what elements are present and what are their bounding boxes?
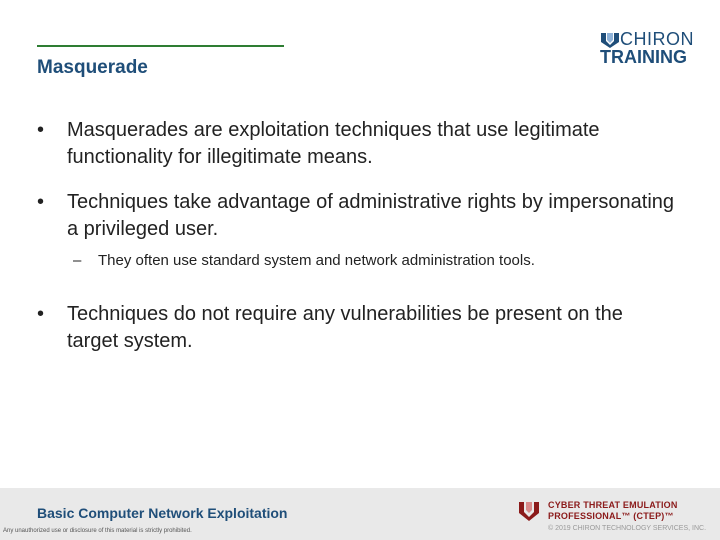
cert-name-line2: PROFESSIONAL™ (CTEP)™ (548, 511, 674, 521)
chiron-shield-icon (601, 33, 619, 48)
ctep-shield-icon (519, 502, 539, 521)
slide-title: Masquerade (37, 57, 148, 78)
logo-top-text: CHIRON (620, 29, 694, 49)
bullet-item: • Masquerades are exploitation technique… (37, 117, 677, 171)
bullet-text: Masquerades are exploitation techniques … (67, 119, 600, 168)
course-title: Basic Computer Network Exploitation (37, 505, 288, 521)
chiron-training-logo: CHIRON TRAINING (600, 29, 700, 67)
disclaimer-text: Any unauthorized use or disclosure of th… (3, 528, 192, 534)
bullet-text: Techniques take advantage of administrat… (67, 191, 675, 240)
sub-bullet-item: – They often use standard system and net… (37, 251, 677, 271)
title-underline (37, 45, 284, 47)
bullet-item: • Techniques do not require any vulnerab… (37, 301, 677, 355)
bullet-text: Techniques do not require any vulnerabil… (67, 303, 623, 352)
sub-bullet-text: They often use standard system and netwo… (98, 252, 535, 269)
bullet-item: • Techniques take advantage of administr… (37, 189, 677, 243)
bullet-marker: • (37, 303, 45, 325)
bullet-marker: • (37, 119, 45, 141)
logo-bottom-text: TRAINING (600, 47, 687, 67)
sub-bullet-marker: – (73, 252, 82, 269)
cert-name-line1: CYBER THREAT EMULATION (548, 500, 678, 510)
copyright-text: © 2019 CHIRON TECHNOLOGY SERVICES, INC. (548, 525, 707, 532)
bullet-list: • Masquerades are exploitation technique… (37, 117, 677, 373)
footer-bar: Basic Computer Network Exploitation Any … (0, 488, 720, 540)
bullet-marker: • (37, 191, 45, 213)
